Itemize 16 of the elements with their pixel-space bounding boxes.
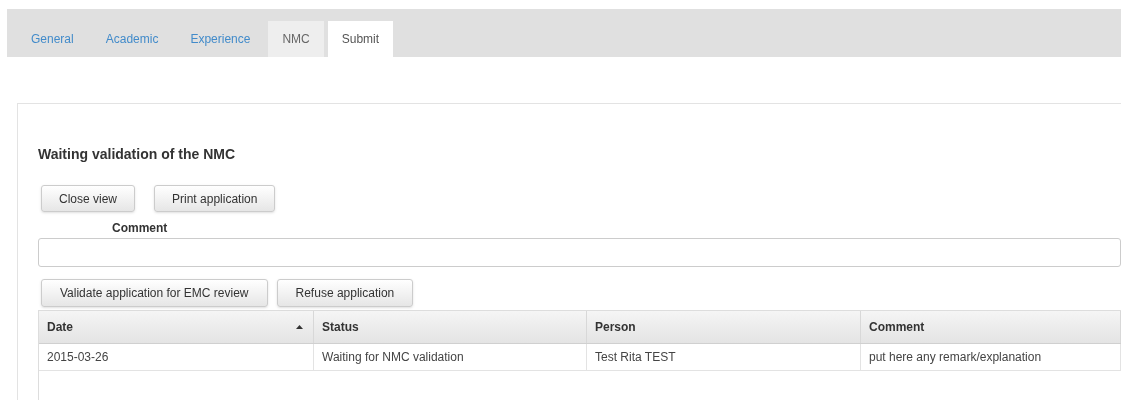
table-cell: Waiting for NMC validation [314,344,587,370]
column-header[interactable]: Person [587,311,861,343]
action-button[interactable]: Print application [154,185,276,212]
column-header[interactable]: Date [39,311,314,343]
column-header[interactable]: Status [314,311,587,343]
comment-label: Comment [112,220,169,234]
table-cell: Test Rita TEST [587,344,861,370]
table-cell: put here any remark/explanation [861,344,1121,370]
action-button[interactable]: Validate application for EMC review [41,279,268,307]
action-button[interactable]: Refuse application [276,279,414,307]
table-cell: 2015-03-26 [39,344,314,370]
panel-title: Waiting validation of the NMC [38,145,237,164]
tab[interactable]: Submit [327,21,394,57]
comment-field[interactable] [38,238,1121,267]
column-header[interactable]: Comment [861,311,1121,343]
action-button[interactable]: Close view [41,185,136,212]
